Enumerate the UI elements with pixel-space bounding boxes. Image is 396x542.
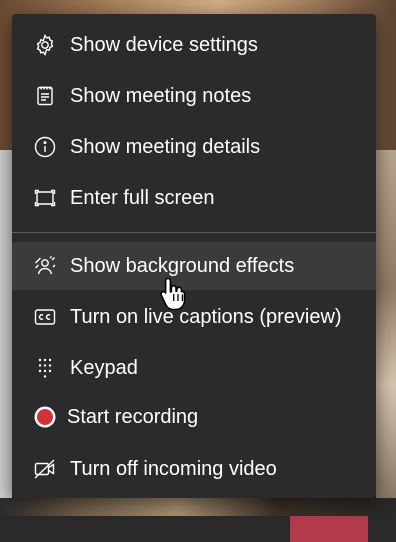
fullscreen-icon bbox=[32, 185, 58, 211]
notes-icon bbox=[32, 83, 58, 109]
menu-item-meeting-notes[interactable]: Show meeting notes bbox=[12, 72, 376, 120]
menu-item-label: Show device settings bbox=[70, 33, 258, 56]
more-actions-menu: Show device settings Show meeting notes … bbox=[12, 14, 376, 498]
gear-icon bbox=[32, 32, 58, 58]
background-effects-icon bbox=[32, 253, 58, 279]
menu-divider bbox=[12, 232, 376, 233]
menu-item-label: Turn off incoming video bbox=[70, 457, 277, 480]
video-tile-left bbox=[0, 150, 12, 542]
menu-item-background-effects[interactable]: Show background effects bbox=[12, 242, 376, 290]
menu-item-keypad[interactable]: Keypad bbox=[12, 344, 376, 392]
menu-item-label: Show meeting details bbox=[70, 135, 261, 158]
menu-item-label: Keypad bbox=[70, 356, 138, 379]
menu-item-label: Enter full screen bbox=[70, 186, 215, 209]
info-icon bbox=[32, 134, 58, 160]
menu-item-device-settings[interactable]: Show device settings bbox=[12, 21, 376, 69]
video-off-icon bbox=[32, 456, 58, 482]
video-tile-right bbox=[376, 150, 396, 542]
menu-item-full-screen[interactable]: Enter full screen bbox=[12, 174, 376, 222]
menu-item-meeting-details[interactable]: Show meeting details bbox=[12, 123, 376, 171]
menu-item-start-recording[interactable]: Start recording bbox=[12, 393, 376, 441]
record-icon bbox=[32, 404, 58, 430]
keypad-icon bbox=[32, 355, 58, 381]
menu-item-label: Turn on live captions (preview) bbox=[70, 305, 342, 328]
leave-call-button[interactable] bbox=[290, 516, 368, 542]
menu-item-label: Start recording bbox=[67, 405, 199, 428]
menu-item-label: Show background effects bbox=[70, 254, 295, 277]
menu-item-label: Show meeting notes bbox=[70, 84, 252, 107]
menu-item-live-captions[interactable]: Turn on live captions (preview) bbox=[12, 293, 376, 341]
captions-icon bbox=[32, 304, 58, 330]
menu-item-incoming-video[interactable]: Turn off incoming video bbox=[12, 445, 376, 493]
